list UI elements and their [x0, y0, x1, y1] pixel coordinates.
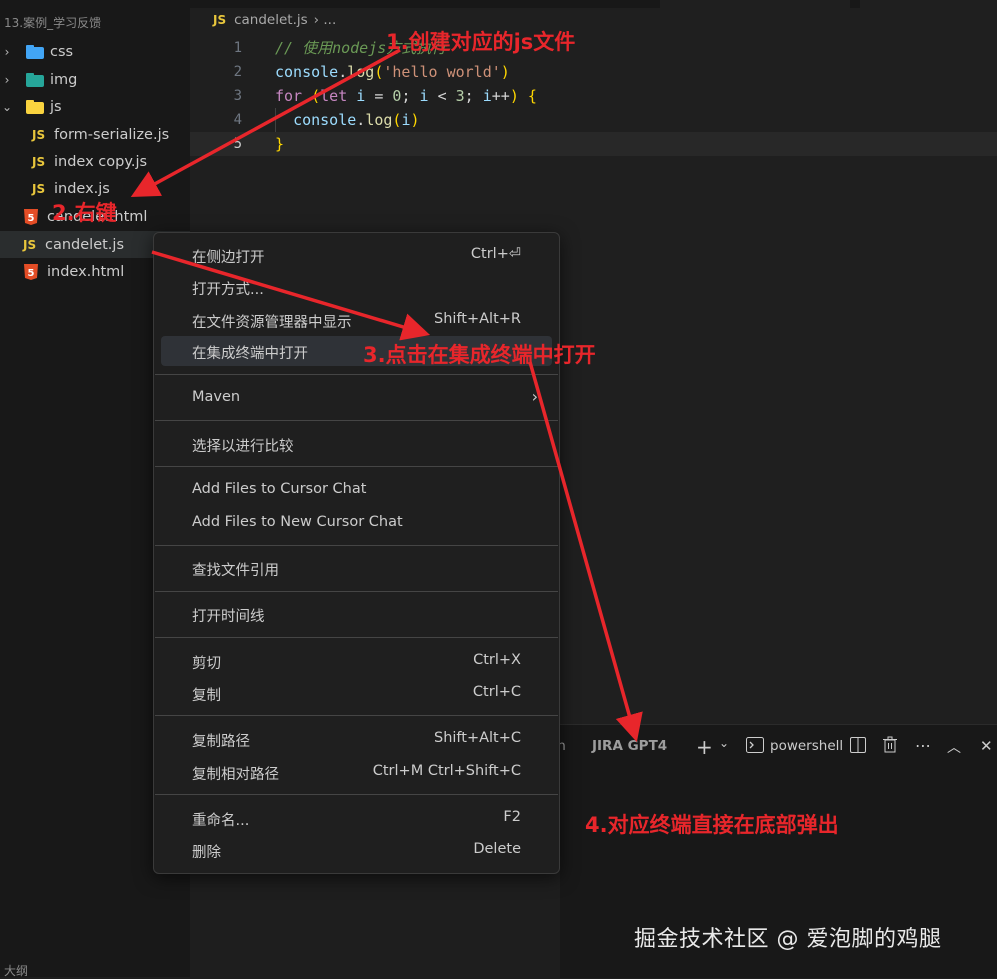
- arrow-step1: [130, 48, 401, 198]
- annotation-step1: 1.创建对应的js文件: [386, 30, 576, 54]
- annotation-arrows: [130, 48, 643, 743]
- arrow-step4: [528, 361, 643, 743]
- annotation-step3: 3.点击在集成终端中打开: [363, 343, 596, 367]
- arrow-step3: [151, 250, 431, 341]
- annotation-step2: 2.右键: [52, 201, 117, 225]
- watermark: 掘金技术社区 @ 爱泡脚的鸡腿: [634, 927, 942, 952]
- annotation-step4: 4.对应终端直接在底部弹出: [585, 813, 839, 837]
